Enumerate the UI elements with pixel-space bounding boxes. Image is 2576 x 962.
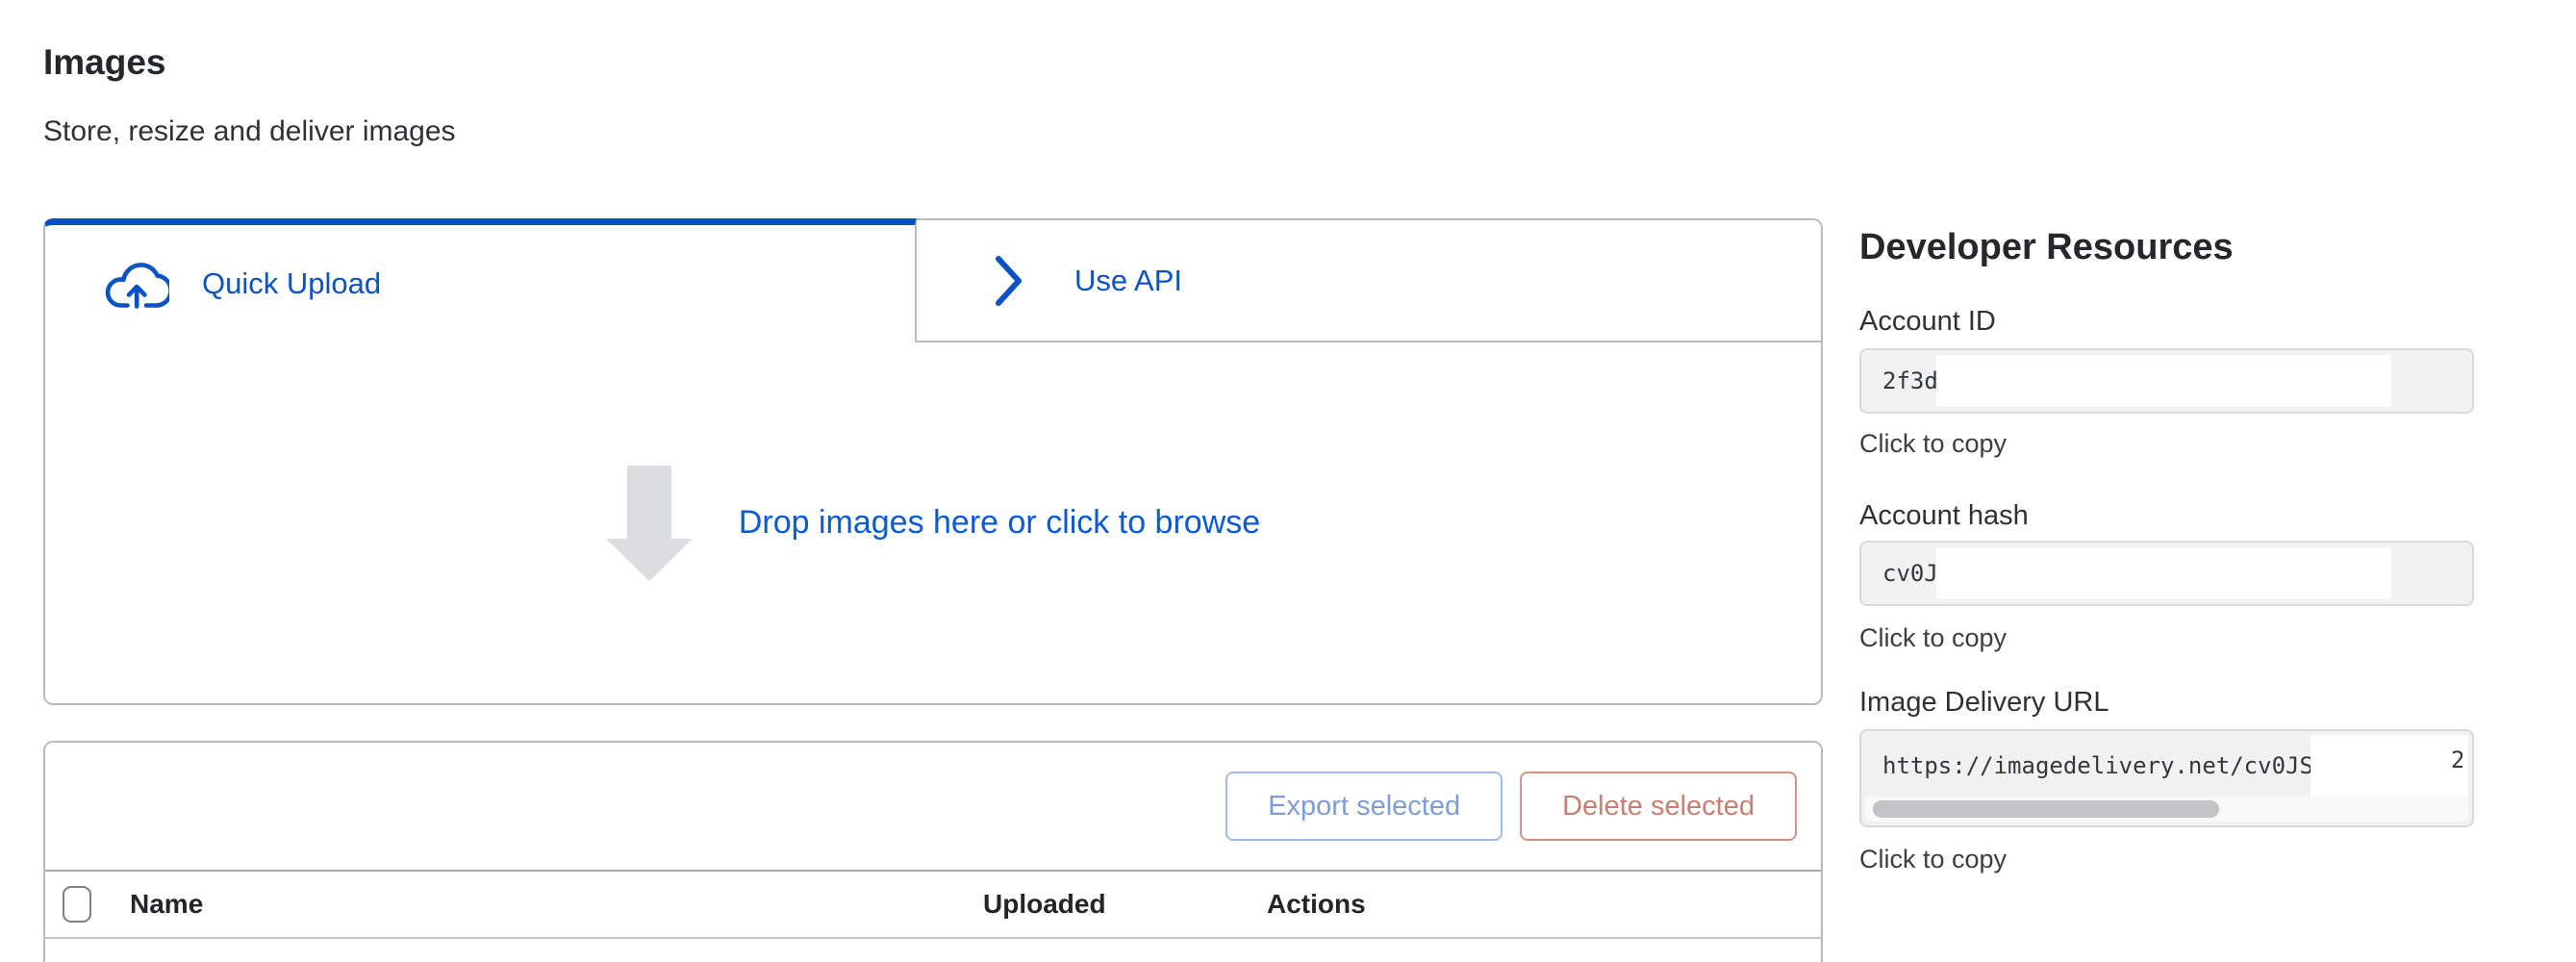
horizontal-scrollbar-track[interactable]: [1865, 797, 2468, 822]
image-dropzone[interactable]: Drop images here or click to browse: [43, 342, 1823, 705]
image-delivery-url-label: Image Delivery URL: [1859, 687, 2109, 719]
page-title: Images: [43, 42, 166, 83]
account-id-copy-hint: Click to copy: [1859, 429, 2007, 459]
tab-use-api-label: Use API: [1074, 264, 1182, 298]
image-delivery-url-redaction: 2: [2311, 735, 2468, 798]
developer-resources-title: Developer Resources: [1859, 227, 2234, 268]
down-arrow-icon: [606, 466, 693, 581]
upload-panel: Quick Upload Use API Drop images here or…: [43, 218, 1823, 705]
export-selected-button[interactable]: Export selected: [1225, 772, 1503, 841]
select-all-checkbox[interactable]: [63, 886, 91, 923]
tab-use-api[interactable]: Use API: [917, 218, 1823, 342]
account-hash-value: cv0J: [1882, 543, 1938, 604]
account-id-redaction: [1936, 355, 2391, 407]
images-table-card: Export selected Delete selected Name Upl…: [43, 741, 1823, 962]
column-header-uploaded[interactable]: Uploaded: [983, 889, 1267, 920]
account-hash-redaction: [1936, 547, 2391, 599]
image-delivery-url-partial-char: 2: [2451, 747, 2462, 785]
account-hash-copy-hint: Click to copy: [1859, 623, 2007, 653]
horizontal-scrollbar-thumb[interactable]: [1873, 800, 2219, 818]
column-header-actions: Actions: [1267, 889, 1821, 920]
image-delivery-url-copy-hint: Click to copy: [1859, 845, 2007, 874]
image-delivery-url-field[interactable]: https://imagedelivery.net/cv0JSj 2: [1859, 729, 2474, 827]
account-hash-label: Account hash: [1859, 500, 2029, 532]
delete-selected-button[interactable]: Delete selected: [1520, 772, 1797, 841]
table-header-row: Name Uploaded Actions: [45, 870, 1821, 939]
page-subtitle: Store, resize and deliver images: [43, 115, 456, 148]
dropzone-label[interactable]: Drop images here or click to browse: [739, 504, 1260, 542]
account-id-value: 2f3d: [1882, 350, 1938, 412]
table-toolbar: Export selected Delete selected: [45, 743, 1821, 870]
account-id-field[interactable]: 2f3d: [1859, 348, 2474, 414]
tab-quick-upload[interactable]: Quick Upload: [43, 218, 917, 342]
chevron-right-icon: [994, 255, 1024, 307]
tab-quick-upload-label: Quick Upload: [202, 266, 381, 301]
account-id-label: Account ID: [1859, 306, 1996, 338]
cloud-upload-icon: [104, 258, 169, 310]
account-hash-field[interactable]: cv0J: [1859, 541, 2474, 606]
image-delivery-url-value: https://imagedelivery.net/cv0JSj: [1882, 731, 2327, 800]
column-header-name[interactable]: Name: [130, 889, 983, 920]
